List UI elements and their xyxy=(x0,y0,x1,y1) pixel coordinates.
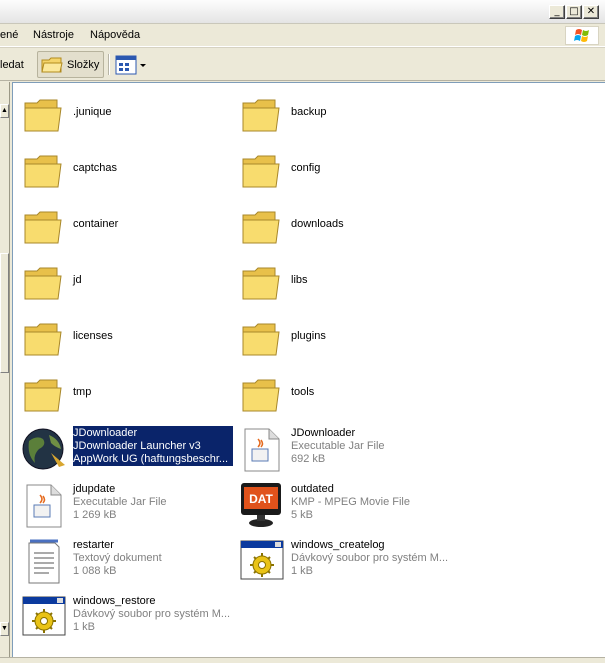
file-publisher: AppWork UG (haftungsbeschr... xyxy=(73,453,229,465)
menu-tools[interactable]: Nástroje xyxy=(33,29,74,41)
file-size: 1 088 kB xyxy=(73,565,117,577)
folder-name: backup xyxy=(291,106,327,118)
file-type: Textový dokument xyxy=(73,552,162,564)
folder-icon xyxy=(242,155,280,188)
file-name: restarter xyxy=(73,539,114,551)
file-size: 1 kB xyxy=(73,621,96,633)
menu-help[interactable]: Nápověda xyxy=(90,29,140,41)
file-item[interactable]: windows_restore Dávkový soubor pro systé… xyxy=(21,591,231,641)
folder-item[interactable]: container xyxy=(21,201,231,251)
folder-name: config xyxy=(291,162,321,174)
minimize-button[interactable]: _ xyxy=(549,5,565,19)
folder-item[interactable]: .junique xyxy=(21,89,231,139)
folder-item[interactable]: tmp xyxy=(21,369,231,419)
folder-icon xyxy=(24,267,62,300)
folder-item[interactable]: config xyxy=(239,145,449,195)
folder-icon xyxy=(24,379,62,412)
folder-name: captchas xyxy=(73,162,118,174)
folder-name: licenses xyxy=(73,330,113,342)
svg-text:DAT: DAT xyxy=(249,492,273,506)
menu-favorites[interactable]: ené xyxy=(0,29,18,41)
text-document-icon xyxy=(28,539,60,584)
maximize-button[interactable]: □ xyxy=(566,5,582,19)
folder-item[interactable]: libs xyxy=(239,257,449,307)
file-type: Executable Jar File xyxy=(73,496,167,508)
file-item[interactable]: windows_createlog Dávkový soubor pro sys… xyxy=(239,535,449,585)
file-name: JDownloader xyxy=(291,427,356,439)
batch-file-icon xyxy=(22,596,66,636)
file-name: outdated xyxy=(291,483,334,495)
folder-name: libs xyxy=(291,274,308,286)
folder-item[interactable]: downloads xyxy=(239,201,449,251)
title-bar: _ □ ✕ xyxy=(0,0,605,24)
file-list-pane[interactable]: .junique backup captchas config containe… xyxy=(12,82,605,657)
folder-name: container xyxy=(73,218,119,230)
scroll-down-button[interactable]: ▼ xyxy=(0,622,9,636)
folder-name: tmp xyxy=(73,386,92,398)
toolbar: ledat Složky xyxy=(0,47,605,81)
folder-icon xyxy=(242,211,280,244)
folder-item[interactable]: plugins xyxy=(239,313,449,363)
folder-icon xyxy=(41,57,63,73)
file-name: windows_createlog xyxy=(291,539,385,551)
folder-name: jd xyxy=(73,274,82,286)
dat-movie-icon: DAT xyxy=(241,483,281,527)
folder-item[interactable]: backup xyxy=(239,89,449,139)
file-item[interactable]: jdupdate Executable Jar File 1 269 kB xyxy=(21,479,231,529)
folder-icon xyxy=(242,379,280,412)
scrollbar-thumb[interactable] xyxy=(0,253,9,373)
folder-item[interactable]: tools xyxy=(239,369,449,419)
file-name: jdupdate xyxy=(73,483,116,495)
window-bottom-border xyxy=(0,657,605,663)
file-type: Dávkový soubor pro systém M... xyxy=(291,552,449,564)
file-type: KMP - MPEG Movie File xyxy=(291,496,410,508)
jdownloader-globe-icon xyxy=(22,428,65,470)
file-item[interactable]: JDownloader JDownloader Launcher v3 AppW… xyxy=(21,423,233,473)
folder-item[interactable]: licenses xyxy=(21,313,231,363)
file-size: 1 kB xyxy=(291,565,314,577)
windows-logo-icon xyxy=(565,26,599,45)
batch-file-icon xyxy=(240,540,284,580)
file-size: 1 269 kB xyxy=(73,509,117,521)
folder-name: .junique xyxy=(73,106,112,118)
file-type: Dávkový soubor pro systém M... xyxy=(73,608,231,620)
folder-name: plugins xyxy=(291,330,326,342)
file-type: Executable Jar File xyxy=(291,440,385,452)
scroll-up-button[interactable]: ▲ xyxy=(0,104,9,118)
views-icon xyxy=(115,55,146,75)
file-item[interactable]: restarter Textový dokument 1 088 kB xyxy=(21,535,231,585)
file-size: 5 kB xyxy=(291,509,314,521)
java-jar-icon xyxy=(26,484,62,528)
folder-item[interactable]: jd xyxy=(21,257,231,307)
file-size: 692 kB xyxy=(291,453,326,465)
folder-name: tools xyxy=(291,386,315,398)
folders-label: Složky xyxy=(67,59,100,71)
folders-button[interactable]: Složky xyxy=(37,51,104,78)
views-button[interactable] xyxy=(114,54,148,76)
folder-icon xyxy=(242,323,280,356)
folder-name: downloads xyxy=(291,218,344,230)
menu-bar: ené Nástroje Nápověda xyxy=(0,24,605,47)
file-name: JDownloader xyxy=(73,427,138,439)
folder-item[interactable]: captchas xyxy=(21,145,231,195)
file-item[interactable]: JDownloader Executable Jar File 692 kB xyxy=(239,423,449,473)
folder-icon xyxy=(242,267,280,300)
folder-icon xyxy=(24,323,62,356)
search-button[interactable]: ledat xyxy=(0,59,24,71)
file-type: JDownloader Launcher v3 xyxy=(73,440,201,452)
folder-icon xyxy=(24,99,62,132)
folder-icon xyxy=(24,155,62,188)
java-jar-icon xyxy=(244,428,280,472)
toolbar-separator xyxy=(108,54,109,75)
folder-icon xyxy=(24,211,62,244)
file-name: windows_restore xyxy=(73,595,156,607)
file-item[interactable]: DAT outdated KMP - MPEG Movie File 5 kB xyxy=(239,479,449,529)
folder-icon xyxy=(242,99,280,132)
close-button[interactable]: ✕ xyxy=(583,5,599,19)
